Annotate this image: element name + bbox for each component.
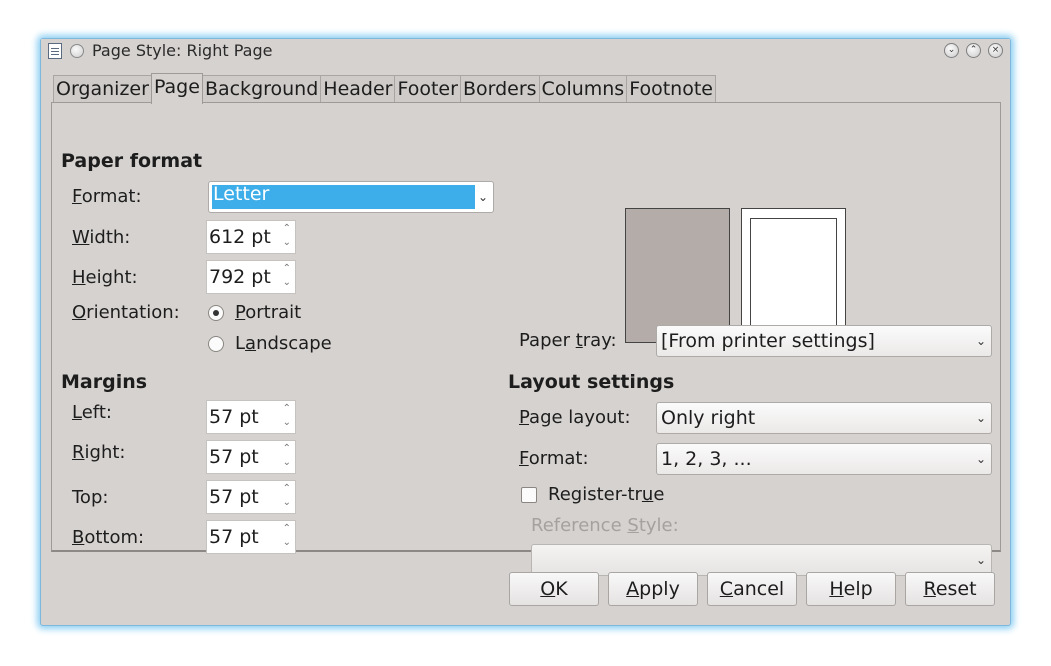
register-true-label[interactable]: Register-true [548,484,664,506]
height-value: 792 pt [209,266,271,288]
spin-down-icon[interactable]: ⌄ [283,498,291,508]
tab-footer[interactable]: Footer [394,75,461,103]
reference-style-label: Reference Style: [531,515,679,536]
numbering-format-select[interactable]: 1, 2, 3, ... ⌄ [656,443,992,475]
page-preview-margins [750,218,837,333]
spin-down-icon[interactable]: ⌄ [283,538,291,548]
width-spinbox[interactable]: 612 pt ⌃ ⌄ [206,220,296,254]
width-label: Width: [72,227,131,248]
maximize-icon[interactable]: ⌃ [966,43,981,58]
paper-tray-value: [From printer settings] [661,330,875,352]
paper-tray-label: Paper tray: [519,330,617,351]
chevron-down-icon: ⌄ [975,334,986,348]
tab-organizer[interactable]: Organizer [53,75,152,103]
document-icon [48,43,62,59]
page-layout-select[interactable]: Only right ⌄ [656,402,992,434]
landscape-label[interactable]: Landscape [235,333,332,355]
spin-down-icon[interactable]: ⌄ [283,458,291,468]
layout-settings-heading: Layout settings [508,371,675,393]
margin-top-value: 57 pt [209,486,259,508]
spin-up-icon[interactable]: ⌃ [283,524,291,534]
tab-header[interactable]: Header [320,75,396,103]
pin-icon[interactable] [70,44,84,58]
margins-heading: Margins [61,371,148,393]
spin-down-icon[interactable]: ⌄ [283,238,291,248]
reset-button[interactable]: Reset [905,572,995,606]
portrait-radio[interactable] [208,305,224,321]
spin-up-icon[interactable]: ⌃ [283,224,291,234]
chevron-down-icon: ⌄ [975,411,986,425]
margin-bottom-label: Bottom: [72,527,145,548]
page-preview-right [741,208,846,343]
ok-button[interactable]: OK [509,572,599,606]
paper-format-value: Letter [213,183,270,205]
title-bar[interactable]: Page Style: Right Page ⌄ ⌃ × [41,39,1010,65]
tab-background[interactable]: Background [201,75,322,103]
paper-format-heading: Paper format [61,150,203,172]
margin-right-spinbox[interactable]: 57 pt ⌃ ⌄ [206,440,296,474]
numbering-format-label: Format: [519,448,589,469]
tab-page[interactable]: Page [150,73,203,104]
spin-up-icon[interactable]: ⌃ [283,484,291,494]
spin-up-icon[interactable]: ⌃ [283,404,291,414]
tab-borders[interactable]: Borders [459,75,540,103]
orientation-label: Orientation: [72,302,180,323]
margin-right-value: 57 pt [209,446,259,468]
apply-button[interactable]: Apply [608,572,698,606]
page-preview-left [625,208,730,343]
spin-up-icon[interactable]: ⌃ [283,264,291,274]
page-layout-label: Page layout: [519,407,631,428]
paper-tray-select[interactable]: [From printer settings] ⌄ [656,325,992,357]
chevron-down-icon: ⌄ [477,190,488,204]
format-label: Format: [72,186,142,207]
width-value: 612 pt [209,226,271,248]
height-label: Height: [72,267,138,288]
spin-up-icon[interactable]: ⌃ [283,444,291,454]
numbering-format-value: 1, 2, 3, ... [661,448,752,470]
margin-top-label: Top: [72,487,109,508]
cancel-button[interactable]: Cancel [707,572,797,606]
height-spinbox[interactable]: 792 pt ⌃ ⌄ [206,260,296,294]
page-style-dialog: Page Style: Right Page ⌄ ⌃ × Organizer P… [40,38,1011,626]
margin-right-label: Right: [72,442,126,463]
margin-left-value: 57 pt [209,406,259,428]
page-layout-value: Only right [661,407,756,429]
spin-down-icon[interactable]: ⌄ [283,278,291,288]
margin-top-spinbox[interactable]: 57 pt ⌃ ⌄ [206,480,296,514]
register-true-checkbox[interactable] [521,487,537,503]
page-tab-panel: Paper format Format: Letter ⌄ Width: 612… [51,102,1001,576]
chevron-down-icon: ⌄ [975,452,986,466]
minimize-icon[interactable]: ⌄ [944,43,959,58]
help-button[interactable]: Help [806,572,896,606]
landscape-radio[interactable] [208,336,224,352]
paper-format-select[interactable]: Letter ⌄ [208,181,494,213]
margin-left-spinbox[interactable]: 57 pt ⌃ ⌄ [206,400,296,434]
window-title: Page Style: Right Page [92,41,273,60]
tab-footnote[interactable]: Footnote [626,75,716,103]
chevron-down-icon: ⌄ [975,553,986,567]
margin-bottom-spinbox[interactable]: 57 pt ⌃ ⌄ [206,520,296,554]
tab-bar: Organizer Page Background Header Footer … [53,73,716,104]
portrait-label[interactable]: Portrait [235,302,301,324]
tab-columns[interactable]: Columns [538,75,628,103]
close-icon[interactable]: × [988,43,1003,58]
margin-left-label: Left: [72,402,112,423]
margin-bottom-value: 57 pt [209,526,259,548]
spin-down-icon[interactable]: ⌄ [283,418,291,428]
